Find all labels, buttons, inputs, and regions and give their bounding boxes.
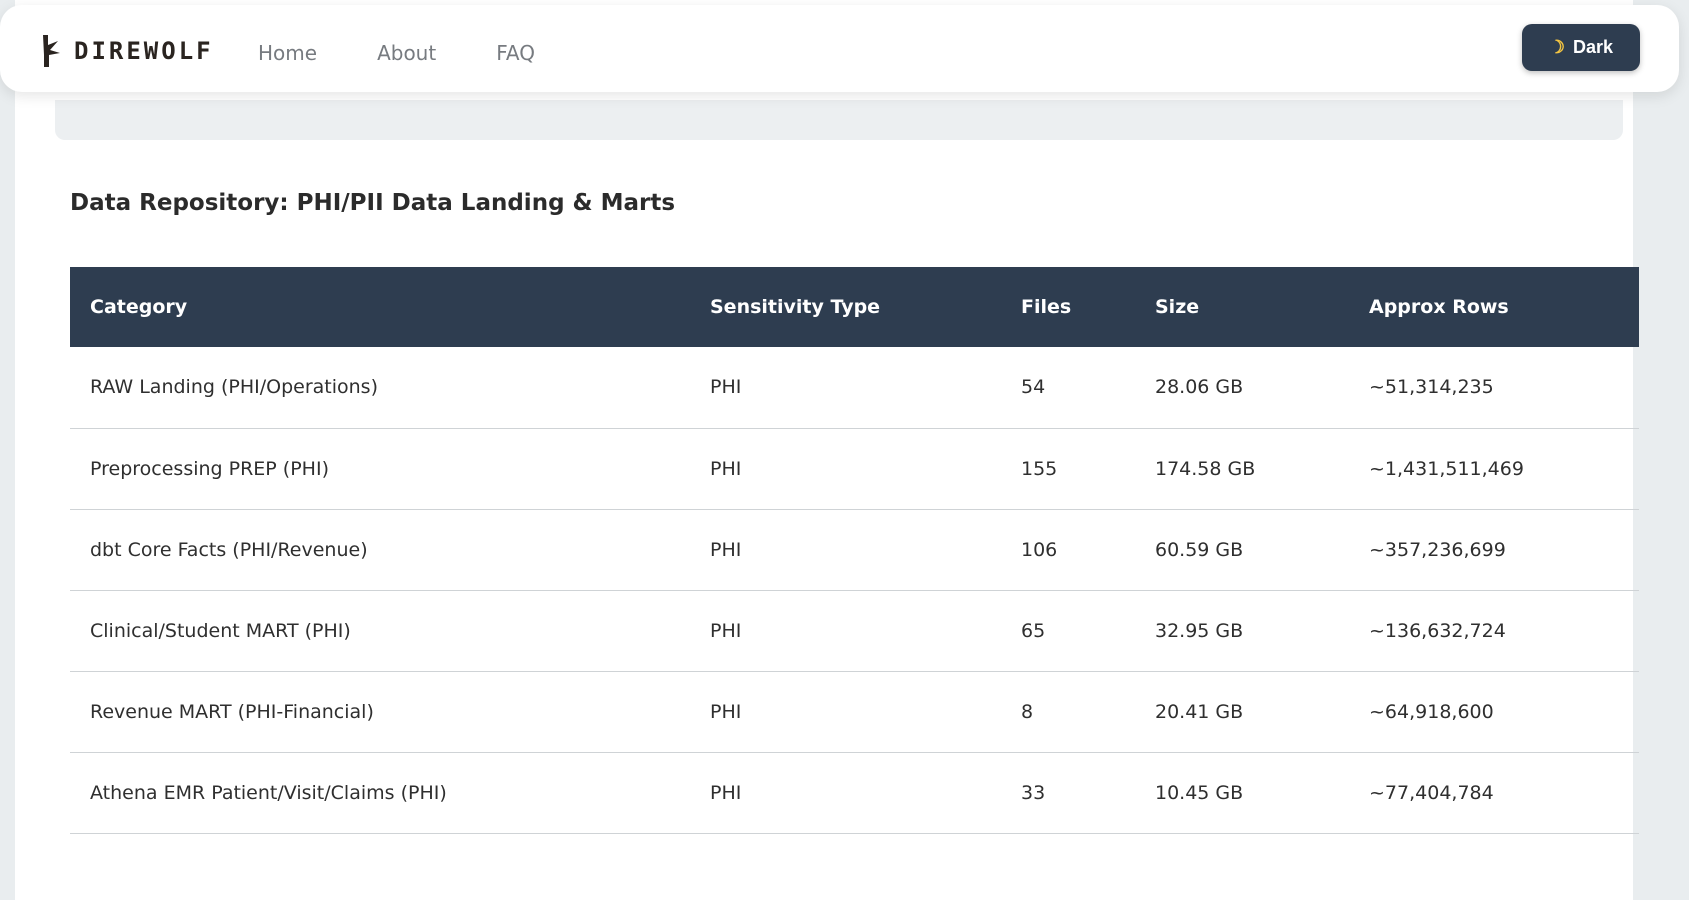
- table-row: dbt Core Facts (PHI/Revenue) PHI 106 60.…: [70, 509, 1639, 591]
- header-files: Files: [1001, 267, 1135, 347]
- wolf-logo-icon: [43, 35, 60, 67]
- cell-approx-rows: ~77,404,784: [1349, 752, 1639, 834]
- cell-approx-rows: ~136,632,724: [1349, 590, 1639, 672]
- table-row: Preprocessing PREP (PHI) PHI 155 174.58 …: [70, 428, 1639, 510]
- cell-sensitivity: PHI: [690, 347, 1001, 429]
- cell-sensitivity: PHI: [690, 752, 1001, 834]
- cell-approx-rows: ~51,314,235: [1349, 347, 1639, 429]
- cell-category: RAW Landing (PHI/Operations): [70, 347, 690, 429]
- cell-sensitivity: PHI: [690, 509, 1001, 591]
- theme-toggle-label: Dark: [1573, 37, 1614, 57]
- header-category: Category: [70, 267, 690, 347]
- top-navbar: DIREWOLF Home About FAQ ☽ Dark: [0, 5, 1679, 92]
- content-card: Data Repository: PHI/PII Data Landing & …: [15, 0, 1639, 900]
- nav-link-faq[interactable]: FAQ: [496, 41, 535, 65]
- nav-link-about[interactable]: About: [377, 41, 436, 65]
- cell-size: 60.59 GB: [1135, 509, 1349, 591]
- cell-approx-rows: ~64,918,600: [1349, 671, 1639, 753]
- cell-files: 54: [1001, 347, 1135, 429]
- cell-category: dbt Core Facts (PHI/Revenue): [70, 509, 690, 591]
- cell-category: Athena EMR Patient/Visit/Claims (PHI): [70, 752, 690, 834]
- cell-category: Revenue MART (PHI-Financial): [70, 671, 690, 753]
- cell-files: 155: [1001, 428, 1135, 510]
- header-approx-rows: Approx Rows: [1349, 267, 1639, 347]
- brand-logo-link[interactable]: DIREWOLF: [40, 33, 214, 69]
- cell-files: 33: [1001, 752, 1135, 834]
- cell-approx-rows: ~357,236,699: [1349, 509, 1639, 591]
- moon-icon: ☽: [1548, 37, 1566, 57]
- cell-category: Preprocessing PREP (PHI): [70, 428, 690, 510]
- brand-name: DIREWOLF: [74, 37, 214, 65]
- cell-size: 20.41 GB: [1135, 671, 1349, 753]
- section-title: Data Repository: PHI/PII Data Landing & …: [70, 190, 676, 216]
- cell-size: 10.45 GB: [1135, 752, 1349, 834]
- cell-size: 174.58 GB: [1135, 428, 1349, 510]
- header-size: Size: [1135, 267, 1349, 347]
- table-row: Clinical/Student MART (PHI) PHI 65 32.95…: [70, 590, 1639, 672]
- cell-files: 106: [1001, 509, 1135, 591]
- cell-size: 28.06 GB: [1135, 347, 1349, 429]
- table-row: Athena EMR Patient/Visit/Claims (PHI) PH…: [70, 752, 1639, 834]
- cell-sensitivity: PHI: [690, 428, 1001, 510]
- cell-files: 8: [1001, 671, 1135, 753]
- collapsed-panel: [55, 100, 1623, 140]
- nav-links: Home About FAQ: [258, 41, 595, 65]
- table-header-row: Category Sensitivity Type Files Size App…: [70, 267, 1639, 347]
- data-repository-table: Category Sensitivity Type Files Size App…: [70, 267, 1639, 834]
- nav-link-home[interactable]: Home: [258, 41, 317, 65]
- cell-sensitivity: PHI: [690, 671, 1001, 753]
- cell-category: Clinical/Student MART (PHI): [70, 590, 690, 672]
- dark-mode-toggle-button[interactable]: ☽ Dark: [1522, 24, 1640, 71]
- cell-files: 65: [1001, 590, 1135, 672]
- cell-size: 32.95 GB: [1135, 590, 1349, 672]
- header-sensitivity-type: Sensitivity Type: [690, 267, 1001, 347]
- table-row: RAW Landing (PHI/Operations) PHI 54 28.0…: [70, 347, 1639, 429]
- table-row: Revenue MART (PHI-Financial) PHI 8 20.41…: [70, 671, 1639, 753]
- cell-approx-rows: ~1,431,511,469: [1349, 428, 1639, 510]
- cell-sensitivity: PHI: [690, 590, 1001, 672]
